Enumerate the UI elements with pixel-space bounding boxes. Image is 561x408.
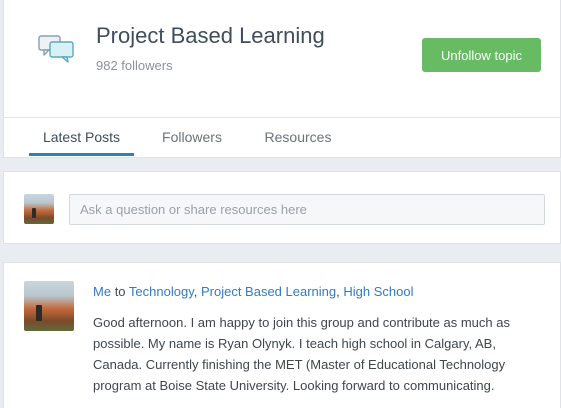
author-avatar[interactable] — [24, 281, 74, 331]
tab-label: Latest Posts — [42, 129, 121, 145]
followers-count: 982 followers — [96, 58, 173, 73]
post-meta: Me to Technology, Project Based Learning… — [93, 284, 414, 299]
tab-label: Followers — [162, 129, 222, 145]
post-body: Good afternoon. I am happy to join this … — [93, 315, 510, 393]
tab-label: Resources — [264, 129, 332, 145]
topic-link-project-based-learning[interactable]: Project Based Learning — [201, 284, 336, 299]
page-title: Project Based Learning — [96, 23, 325, 48]
ask-question-input[interactable] — [69, 194, 545, 225]
topic-header: Project Based Learning 982 followers Unf… — [3, 0, 561, 158]
topic-link-high-school[interactable]: High School — [343, 284, 413, 299]
to-label: to — [114, 284, 126, 299]
post-item: Me to Technology, Project Based Learning… — [3, 262, 561, 408]
chat-bubbles-icon — [38, 33, 76, 63]
author-link[interactable]: Me — [93, 284, 111, 299]
unfollow-topic-button[interactable]: Unfollow topic — [422, 38, 541, 72]
active-tab-indicator — [29, 153, 134, 156]
separator: , — [193, 284, 198, 299]
topic-link-technology[interactable]: Technology — [129, 284, 194, 299]
tab-followers[interactable]: Followers — [150, 118, 234, 156]
separator: , — [336, 284, 340, 299]
post-composer — [3, 171, 561, 244]
tab-resources[interactable]: Resources — [254, 118, 342, 156]
avatar — [24, 194, 54, 224]
tab-latest-posts[interactable]: Latest Posts — [29, 118, 134, 156]
